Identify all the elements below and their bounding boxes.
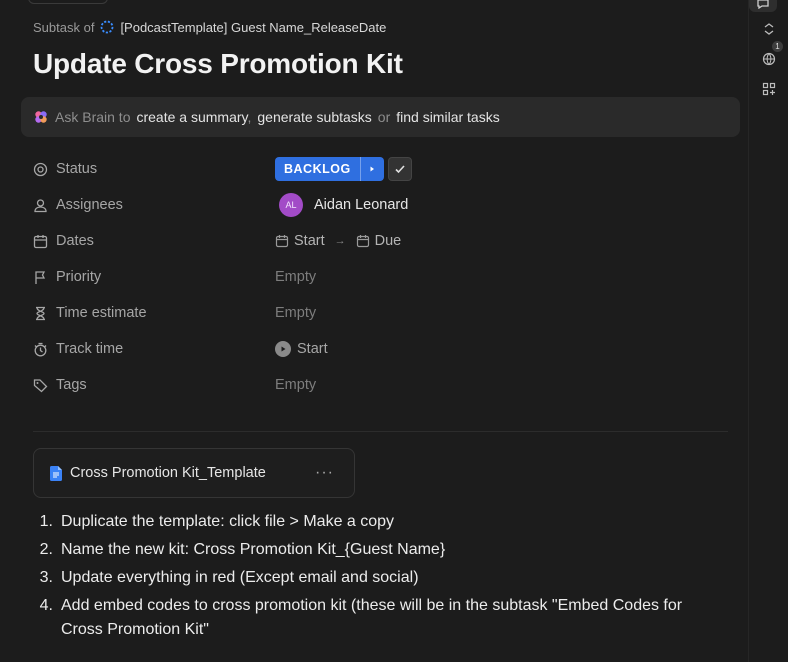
description-list: 1. Duplicate the template: click file > … bbox=[33, 510, 723, 646]
calendar-start-icon bbox=[275, 235, 289, 248]
doc-name: Cross Promotion Kit_Template bbox=[70, 465, 266, 481]
field-dates: Dates Start → Due bbox=[33, 223, 533, 259]
assignees-label-text: Assignees bbox=[56, 197, 123, 213]
apps-button[interactable] bbox=[759, 79, 779, 99]
attached-doc-card[interactable]: Cross Promotion Kit_Template ··· bbox=[33, 448, 355, 498]
field-time-estimate: Time estimate Empty bbox=[33, 295, 533, 331]
assignees-label: Assignees bbox=[33, 197, 275, 213]
start-timer-label: Start bbox=[297, 341, 328, 357]
list-item-number: 4. bbox=[39, 597, 53, 614]
globe-icon bbox=[762, 52, 776, 66]
create-summary-link[interactable]: create a summary, bbox=[136, 109, 251, 125]
tags-empty: Empty bbox=[275, 377, 317, 393]
field-priority: Priority Empty bbox=[33, 259, 533, 295]
separator-comma: , bbox=[247, 109, 252, 125]
tags-value[interactable]: Empty bbox=[275, 377, 316, 393]
calendar-icon bbox=[33, 234, 48, 248]
status-label-text: Status bbox=[56, 161, 98, 177]
track-time-label: Track time bbox=[33, 341, 275, 357]
right-rail: 1 bbox=[748, 0, 788, 662]
activity-badge: 1 bbox=[772, 41, 783, 52]
caret-right-icon bbox=[370, 166, 375, 172]
time-estimate-label: Time estimate bbox=[33, 305, 275, 321]
link-button[interactable] bbox=[759, 19, 779, 39]
dates-label-text: Dates bbox=[56, 233, 94, 249]
priority-label: Priority bbox=[33, 269, 275, 285]
tags-label-text: Tags bbox=[56, 377, 87, 393]
divider bbox=[33, 431, 728, 432]
check-icon bbox=[395, 165, 405, 174]
stopwatch-icon bbox=[34, 342, 47, 356]
or-text: or bbox=[377, 109, 391, 125]
list-item-text: Add embed codes to cross promotion kit (… bbox=[61, 597, 683, 638]
field-tags: Tags Empty bbox=[33, 367, 533, 403]
list-item-text: Duplicate the template: click file > Mak… bbox=[61, 513, 395, 530]
assignee-name: Aidan Leonard bbox=[314, 197, 409, 213]
status-icon bbox=[33, 162, 48, 176]
link-icon bbox=[764, 23, 774, 35]
task-title[interactable]: Update Cross Promotion Kit bbox=[33, 48, 403, 80]
list-item-text: Name the new kit: Cross Promotion Kit_{G… bbox=[61, 541, 446, 558]
tags-label: Tags bbox=[33, 377, 275, 393]
brain-icon bbox=[35, 111, 47, 123]
more-options-icon[interactable]: ··· bbox=[315, 464, 334, 482]
next-status-button[interactable] bbox=[359, 157, 384, 181]
in-progress-status-icon bbox=[101, 20, 114, 34]
list-item-number: 3. bbox=[39, 569, 53, 586]
top-toolbar-button[interactable] bbox=[28, 0, 108, 4]
hourglass-icon bbox=[36, 306, 45, 320]
status-value: BACKLOG bbox=[275, 157, 412, 181]
apps-grid-icon bbox=[762, 82, 776, 96]
tag-icon bbox=[33, 378, 48, 392]
priority-value[interactable]: Empty bbox=[275, 269, 316, 285]
list-item: 2. Name the new kit: Cross Promotion Kit… bbox=[33, 538, 723, 562]
list-item: 3. Update everything in red (Except emai… bbox=[33, 566, 723, 590]
status-badge: BACKLOG bbox=[284, 162, 351, 176]
status-label: Status bbox=[33, 161, 275, 177]
parent-task-link[interactable]: [PodcastTemplate] Guest Name_ReleaseDate bbox=[120, 20, 386, 35]
priority-empty: Empty bbox=[275, 269, 317, 285]
play-icon bbox=[275, 341, 291, 357]
priority-label-text: Priority bbox=[56, 269, 102, 285]
start-date-button[interactable]: Start bbox=[275, 233, 325, 249]
activity-button[interactable]: 1 bbox=[759, 41, 783, 69]
subtask-of-label: Subtask of bbox=[33, 19, 95, 35]
dates-value: Start → Due bbox=[275, 233, 401, 249]
comments-button[interactable] bbox=[749, 0, 777, 12]
google-doc-icon bbox=[50, 465, 62, 481]
field-track-time: Track time Start bbox=[33, 331, 533, 367]
assignee-chip[interactable]: AL Aidan Leonard bbox=[275, 193, 408, 217]
list-item: 4. Add embed codes to cross promotion ki… bbox=[33, 594, 723, 642]
comment-icon bbox=[757, 0, 769, 9]
time-estimate-label-text: Time estimate bbox=[56, 305, 147, 321]
calendar-due-icon bbox=[356, 235, 369, 248]
track-time-label-text: Track time bbox=[56, 341, 124, 357]
time-estimate-value[interactable]: Empty bbox=[275, 305, 316, 321]
list-item: 1. Duplicate the template: click file > … bbox=[33, 510, 723, 534]
list-item-text: Update everything in red (Except email a… bbox=[61, 569, 419, 586]
field-status: Status BACKLOG bbox=[33, 151, 533, 187]
ask-brain-bar: Ask Brain to create a summary, generate … bbox=[21, 97, 740, 137]
list-item-number: 2. bbox=[39, 541, 53, 558]
dates-label: Dates bbox=[33, 233, 275, 249]
generate-subtasks-link[interactable]: generate subtasks bbox=[257, 109, 371, 125]
arrow-right-icon: → bbox=[334, 235, 346, 247]
due-date-label: Due bbox=[374, 233, 402, 249]
time-estimate-empty: Empty bbox=[275, 305, 317, 321]
flag-icon bbox=[35, 270, 46, 284]
start-date-label: Start bbox=[294, 233, 325, 249]
find-similar-tasks-link[interactable]: find similar tasks bbox=[396, 109, 499, 125]
start-timer-button[interactable]: Start bbox=[275, 341, 328, 357]
avatar: AL bbox=[279, 193, 303, 217]
ask-brain-prompt: Ask Brain to bbox=[55, 109, 131, 125]
list-item-number: 1. bbox=[39, 513, 53, 530]
breadcrumb: Subtask of [PodcastTemplate] Guest Name_… bbox=[33, 18, 386, 36]
person-icon bbox=[34, 198, 47, 212]
field-assignees: Assignees AL Aidan Leonard bbox=[33, 187, 533, 223]
create-summary-label: create a summary bbox=[136, 109, 248, 125]
due-date-button[interactable]: Due bbox=[356, 233, 402, 249]
complete-button[interactable] bbox=[387, 157, 412, 181]
status-dropdown[interactable]: BACKLOG bbox=[275, 157, 384, 181]
